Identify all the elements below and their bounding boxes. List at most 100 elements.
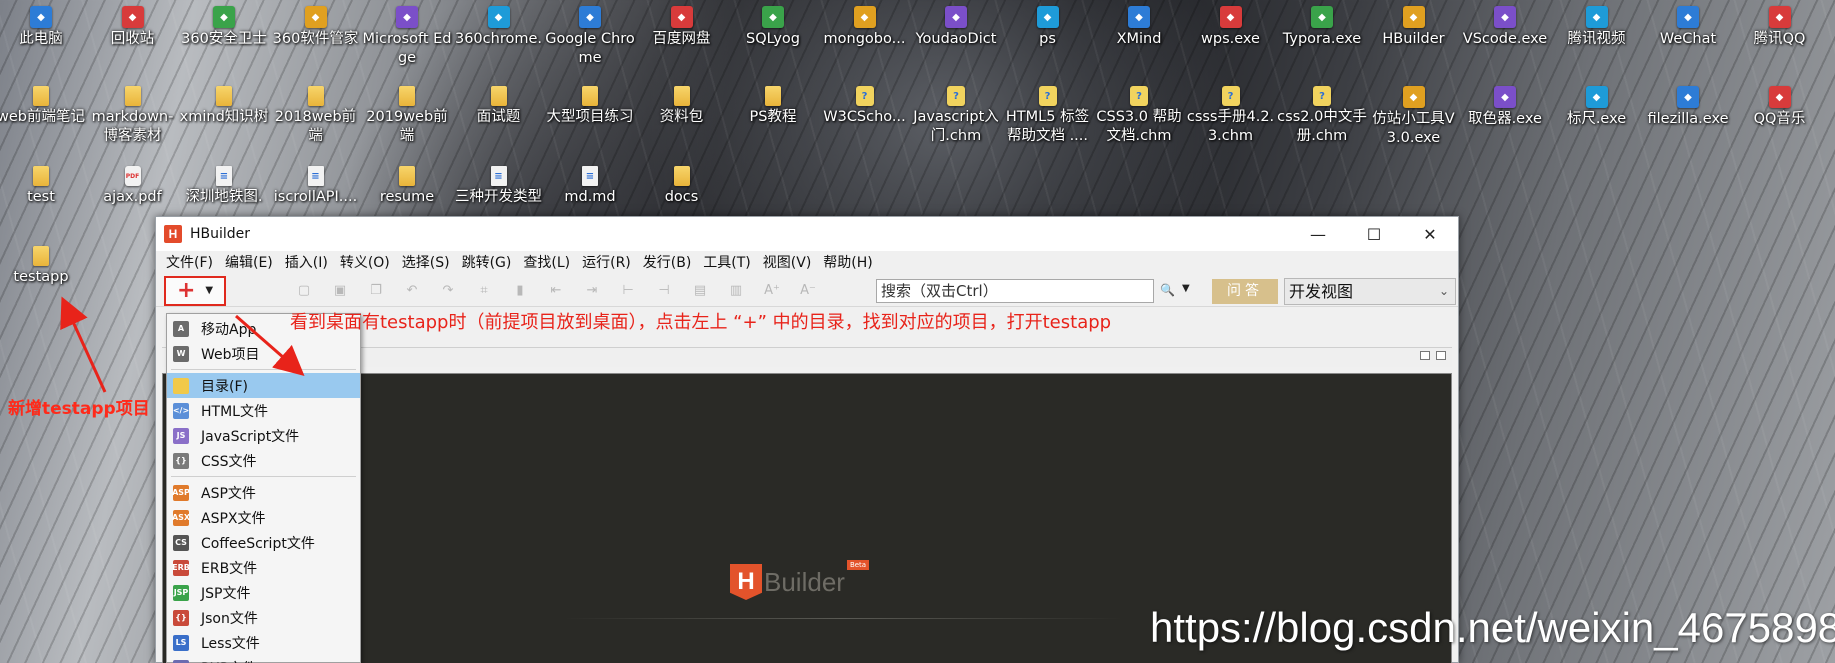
desktop-icon[interactable]: ◆ 标尺.exe	[1551, 86, 1643, 129]
format-icon[interactable]: ⌗	[474, 281, 494, 301]
close-button[interactable]: ✕	[1402, 217, 1458, 251]
desktop-icon[interactable]: ◆ 360chrome.	[453, 6, 545, 49]
ask-button[interactable]: 问答	[1212, 279, 1278, 304]
menu-item[interactable]: 发行(B)	[637, 251, 698, 275]
indent-left-icon[interactable]: ⊢	[618, 281, 638, 301]
dropdown-item[interactable]: LS Less文件	[167, 630, 360, 655]
desktop-icon[interactable]: ◆ HBuilder	[1368, 6, 1460, 49]
dropdown-item[interactable]: ASX ASPX文件	[167, 505, 360, 530]
desktop-icon[interactable]: ◆ XMind	[1093, 6, 1185, 49]
dropdown-item[interactable]: JSP JSP文件	[167, 580, 360, 605]
desktop-icon[interactable]: ≡ iscrollAPI....	[270, 166, 362, 207]
desktop-icon[interactable]: ◆ QQ音乐	[1734, 86, 1826, 129]
minimize-button[interactable]: —	[1290, 217, 1346, 251]
view-select[interactable]: 开发视图 ⌄	[1284, 278, 1456, 305]
dropdown-item[interactable]: PHP PHP文件	[167, 655, 360, 663]
desktop-icon[interactable]: ≡ md.md	[544, 166, 636, 207]
desktop-icon[interactable]: ◆ SQLyog	[727, 6, 819, 49]
desktop-icon[interactable]: resume	[361, 166, 453, 207]
desktop-icon[interactable]: ◆ 百度网盘	[636, 6, 728, 49]
desktop-icon[interactable]: ◆ 此电脑	[0, 6, 87, 49]
menu-item[interactable]: 文件(F)	[160, 251, 219, 275]
desktop-icon[interactable]: testapp	[0, 246, 87, 287]
dropdown-item[interactable]: {} Json文件	[167, 605, 360, 630]
copy-icon[interactable]: ❐	[366, 281, 386, 301]
dropdown-item[interactable]: </> HTML文件	[167, 398, 360, 423]
font-increase-icon[interactable]: A⁺	[762, 281, 782, 301]
desktop-icon[interactable]: ◆ Microsoft Edge	[361, 6, 453, 68]
desktop-icon[interactable]: ◆ wps.exe	[1185, 6, 1277, 49]
dropdown-item[interactable]: CS CoffeeScript文件	[167, 530, 360, 555]
panel-maximize-icon[interactable]	[1436, 351, 1446, 360]
desktop-icon[interactable]: ? HTML5 标签帮助文档 ....	[1002, 86, 1094, 146]
desktop-icon[interactable]: ◆ Typora.exe	[1276, 6, 1368, 49]
desktop-icon[interactable]: 2019web前端	[361, 86, 453, 146]
desktop-icon[interactable]: docs	[636, 166, 728, 207]
save-icon[interactable]: ▢	[294, 281, 314, 301]
panel-minimize-icon[interactable]	[1420, 351, 1430, 360]
dropdown-item[interactable]: ERB ERB文件	[167, 555, 360, 580]
desktop-icon[interactable]: ? W3CScho...	[819, 86, 911, 127]
dropdown-item[interactable]: JS JavaScript文件	[167, 423, 360, 448]
browser-icon[interactable]: ▥	[726, 281, 746, 301]
preview-icon[interactable]: ▤	[690, 281, 710, 301]
dropdown-item[interactable]: 目录(F)	[167, 373, 360, 398]
desktop-icon[interactable]: ? Javascript入门.chm	[910, 86, 1002, 146]
font-decrease-icon[interactable]: A⁻	[798, 281, 818, 301]
bookmark-icon[interactable]: ▮	[510, 281, 530, 301]
desktop-icon[interactable]: 大型项目练习	[544, 86, 636, 127]
desktop-icon[interactable]: 资料包	[636, 86, 728, 127]
menu-item[interactable]: 插入(I)	[279, 251, 334, 275]
desktop-icon[interactable]: ◆ 360软件管家	[270, 6, 362, 49]
desktop-icon[interactable]: PS教程	[727, 86, 819, 127]
desktop-icon[interactable]: ? CSS3.0 帮助文档.chm	[1093, 86, 1185, 146]
desktop-icon[interactable]: ◆ 腾讯QQ	[1734, 6, 1826, 49]
title-bar[interactable]: H HBuilder — ☐ ✕	[156, 217, 1458, 251]
desktop-icon[interactable]: ◆ filezilla.exe	[1642, 86, 1734, 129]
desktop-icon[interactable]: ? csss手册4.2.3.chm	[1185, 86, 1277, 146]
desktop-icon[interactable]: xmind知识树	[178, 86, 270, 127]
desktop-icon[interactable]: ◆ 仿站小工具V3.0.exe	[1368, 86, 1460, 148]
dropdown-item[interactable]: {} CSS文件	[167, 448, 360, 473]
dropdown-item[interactable]: ASP ASP文件	[167, 480, 360, 505]
menu-item[interactable]: 跳转(G)	[456, 251, 518, 275]
menu-item[interactable]: 查找(L)	[517, 251, 576, 275]
menu-item[interactable]: 转义(O)	[334, 251, 396, 275]
menu-item[interactable]: 运行(R)	[576, 251, 637, 275]
menu-item[interactable]: 编辑(E)	[219, 251, 279, 275]
desktop-icon[interactable]: test	[0, 166, 87, 207]
desktop-icon[interactable]: ◆ mongobo...	[819, 6, 911, 49]
search-icon[interactable]: 🔍	[1160, 283, 1175, 297]
desktop-icon[interactable]: ◆ YoudaoDict	[910, 6, 1002, 49]
undo-icon[interactable]: ↶	[402, 281, 422, 301]
desktop-icon[interactable]: markdown-博客素材	[87, 86, 179, 146]
desktop-icon[interactable]: ◆ 回收站	[87, 6, 179, 49]
desktop-icon[interactable]: ≡ 深圳地铁图.	[178, 166, 270, 207]
dropdown-item[interactable]: W Web项目	[167, 341, 360, 366]
search-input[interactable]: 搜索（双击Ctrl）	[876, 279, 1154, 303]
maximize-button[interactable]: ☐	[1346, 217, 1402, 251]
desktop-icon[interactable]: ◆ 360安全卫士	[178, 6, 270, 49]
desktop-icon[interactable]: 2018web前端	[270, 86, 362, 146]
desktop-icon[interactable]: ◆ 腾讯视频	[1551, 6, 1643, 49]
menu-item[interactable]: 工具(T)	[697, 251, 756, 275]
menu-item[interactable]: 帮助(H)	[817, 251, 878, 275]
prev-bookmark-icon[interactable]: ⇤	[546, 281, 566, 301]
redo-icon[interactable]: ↷	[438, 281, 458, 301]
desktop-icon[interactable]: 面试题	[453, 86, 545, 127]
desktop-icon[interactable]: ◆ VScode.exe	[1459, 6, 1551, 49]
desktop-icon[interactable]: ◆ ps	[1002, 6, 1094, 49]
new-button[interactable]: + ▼	[164, 275, 226, 306]
desktop-icon[interactable]: ? css2.0中文手册.chm	[1276, 86, 1368, 146]
indent-right-icon[interactable]: ⊣	[654, 281, 674, 301]
desktop-icon[interactable]: ◆ Google Chrome	[544, 6, 636, 68]
desktop-icon[interactable]: ◆ 取色器.exe	[1459, 86, 1551, 129]
menu-item[interactable]: 视图(V)	[757, 251, 818, 275]
desktop-icon[interactable]: PDF ajax.pdf	[87, 166, 179, 207]
next-bookmark-icon[interactable]: ⇥	[582, 281, 602, 301]
search-options-icon[interactable]: ▼	[1182, 283, 1190, 294]
desktop-icon[interactable]: ≡ 三种开发类型	[453, 166, 545, 207]
desktop-icon[interactable]: web前端笔记	[0, 86, 87, 127]
menu-item[interactable]: 选择(S)	[396, 251, 456, 275]
desktop-icon[interactable]: ◆ WeChat	[1642, 6, 1734, 49]
